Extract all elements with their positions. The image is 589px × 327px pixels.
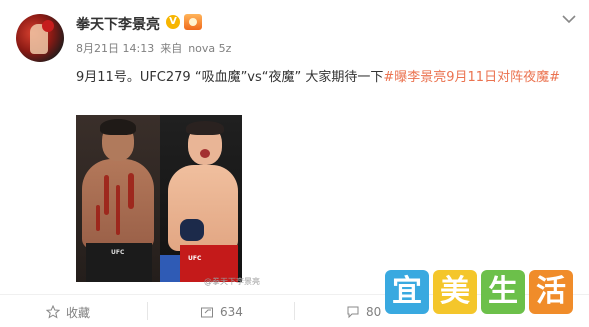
comment-button[interactable]: 80 [346,300,381,324]
blood-mark [96,205,100,231]
avatar-glove [42,20,54,32]
post-photo[interactable] [76,115,242,282]
comment-icon [347,306,359,319]
post-text: 9月11号。UFC279 “吸血魔”vs“夜魔” 大家期待一下#曝李景亮9月11… [76,66,560,85]
level-badge-icon [184,14,202,30]
fighter-left-hair [100,119,136,135]
post-body: 9月11号。UFC279 “吸血魔”vs“夜魔” 大家期待一下 [76,70,384,85]
avatar[interactable] [16,14,64,62]
share-count: 634 [220,305,243,319]
post-source-prefix: 来自 [160,42,183,55]
post-meta: 8月21日 14:13 来自 nova 5z [76,40,237,56]
photo-watermark: @拳天下李景亮 [204,277,260,286]
action-separator [147,302,148,320]
fighter-right-body [168,165,238,251]
post-date[interactable]: 8月21日 14:13 [76,42,154,55]
blood-mark [128,173,134,209]
comment-count: 80 [366,305,382,319]
watermark-char: 活 [529,270,573,314]
star-icon [46,305,60,319]
watermark-char: 宜 [385,270,429,314]
fighter-right-glove [180,219,204,241]
watermark-char: 生 [481,270,525,314]
watermark-char: 美 [433,270,477,314]
verified-v-icon: V [166,15,180,29]
username[interactable]: 拳天下李景亮 [76,14,160,34]
blood-mark [116,185,120,235]
favorite-button[interactable]: 收藏 [46,300,90,324]
action-separator [294,302,295,320]
fighter-left-trunks [86,243,152,282]
post-source-device: nova 5z [188,42,232,55]
favorite-label: 收藏 [66,305,91,320]
blue-corner-pad [160,255,182,282]
chevron-down-icon[interactable] [560,12,578,26]
topic-link[interactable]: #曝李景亮9月11日对阵夜魔# [383,70,560,85]
fighter-right-hair [186,121,224,135]
share-button[interactable]: 634 [200,300,243,324]
fighter-right-mouth [200,149,210,158]
share-icon [201,307,213,318]
blood-mark [104,175,109,215]
